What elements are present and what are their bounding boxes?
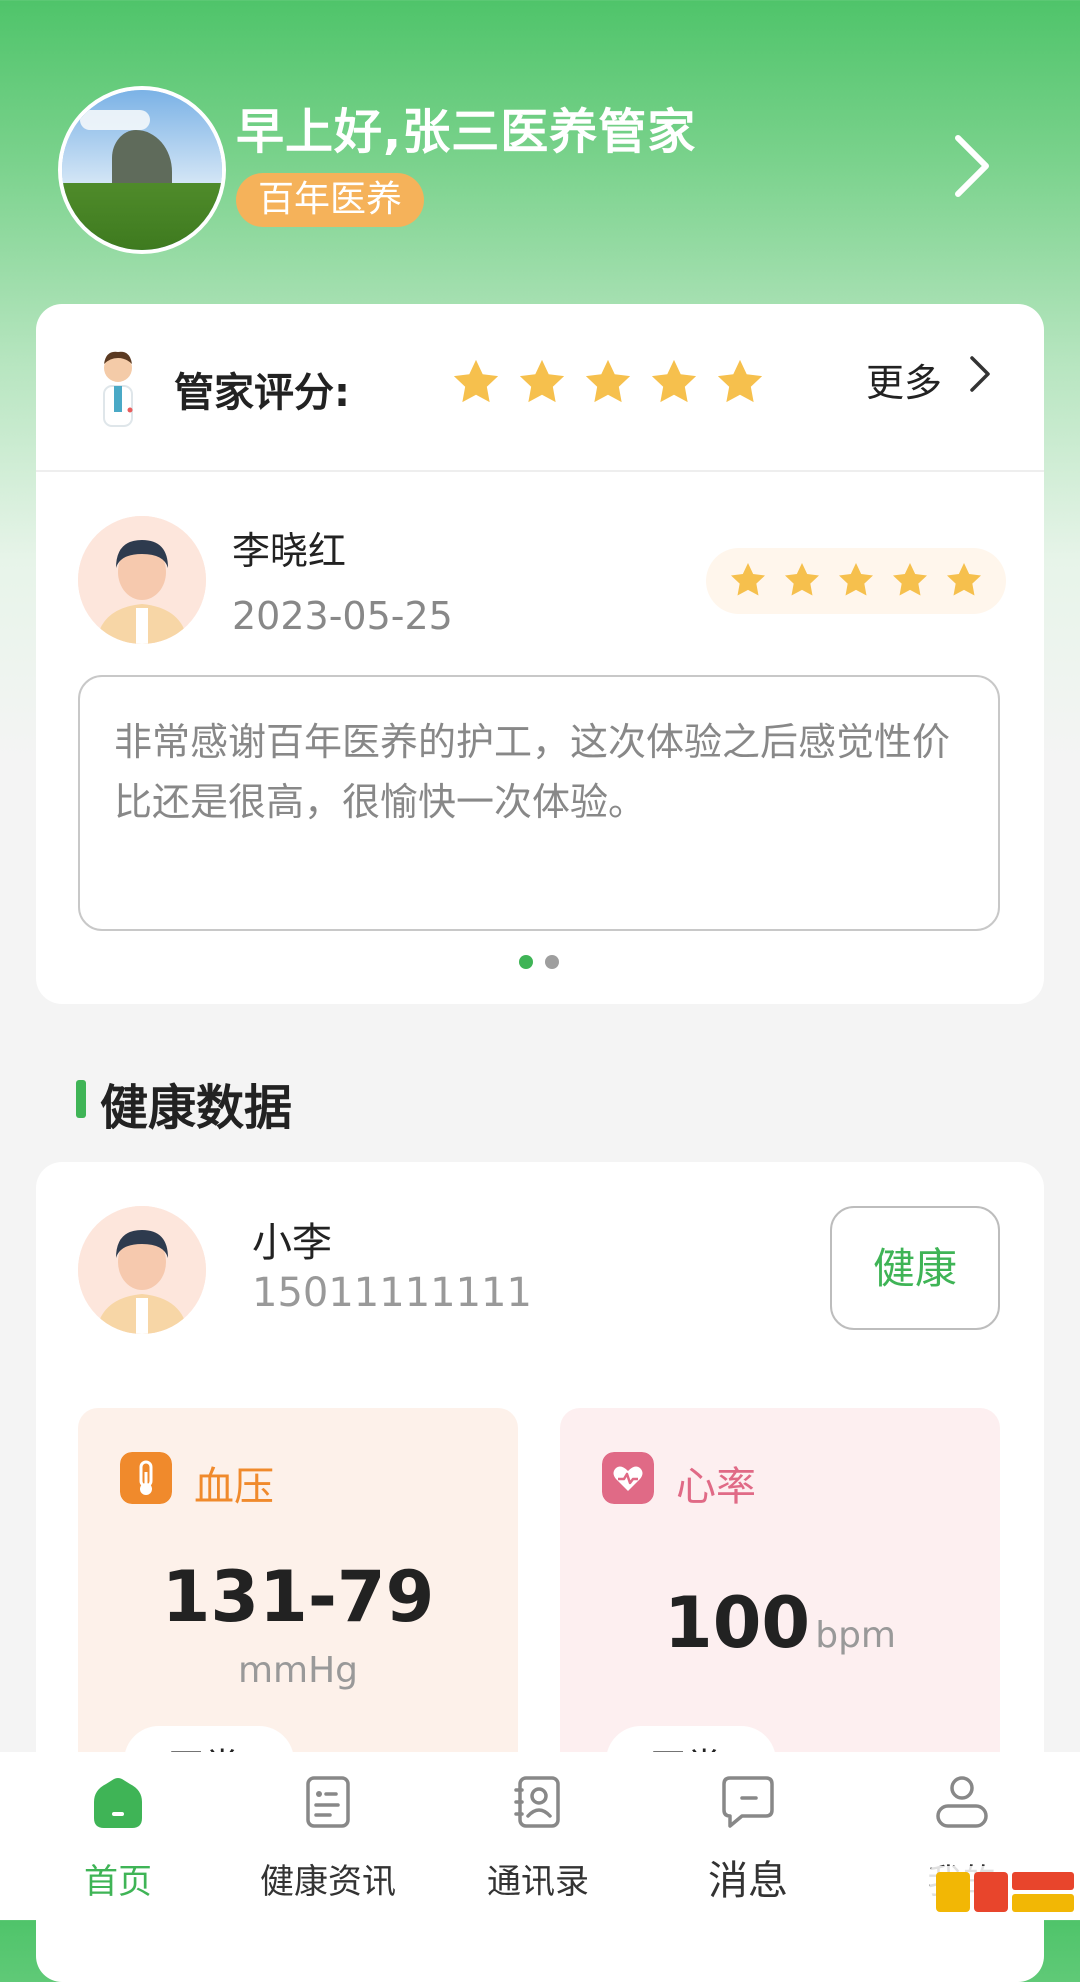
star-icon <box>785 563 819 596</box>
review-comment: 非常感谢百年医养的护工，这次体验之后感觉性价比还是很高，很愉快一次体验。 <box>114 720 951 824</box>
star-icon <box>585 359 631 403</box>
nav-label: 通讯录 <box>487 1862 589 1902</box>
person-icon <box>78 1206 206 1334</box>
star-icon <box>519 359 565 403</box>
profile-icon <box>936 1776 988 1828</box>
metric-unit: bpm <box>815 1615 896 1656</box>
carousel-dot[interactable] <box>545 955 559 969</box>
message-icon <box>722 1776 774 1828</box>
chevron-right-icon[interactable] <box>968 354 992 394</box>
star-icon <box>947 563 981 596</box>
carousel-indicator <box>519 955 559 969</box>
section-title: 健康数据 <box>100 1080 293 1136</box>
member-name: 小李 <box>252 1220 332 1266</box>
home-icon <box>94 1778 142 1828</box>
doctor-icon <box>103 351 133 427</box>
metric-label: 血压 <box>194 1464 274 1510</box>
person-icon <box>78 516 206 644</box>
rating-stars <box>450 356 766 408</box>
nav-contacts[interactable]: 通讯录 <box>438 1752 638 1920</box>
brand-badge: 百年医养 <box>236 173 425 227</box>
member-phone: 15011111111 <box>252 1270 532 1316</box>
nav-messages[interactable]: 消息 <box>648 1752 848 1920</box>
heart-icon <box>602 1452 654 1504</box>
avatar-cloud <box>80 110 150 130</box>
metric-label: 心率 <box>676 1464 756 1510</box>
health-status-button[interactable]: 健康 <box>830 1206 1000 1330</box>
rating-label: 管家评分: <box>174 370 350 416</box>
metric-value: 100 <box>664 1582 811 1664</box>
nav-label: 健康资讯 <box>260 1862 396 1902</box>
star-icon <box>453 359 499 403</box>
star-icon <box>893 563 927 596</box>
carousel-dot-active[interactable] <box>519 955 533 969</box>
contacts-icon <box>514 1776 560 1828</box>
bottom-nav: 首页 健康资讯 通讯录 消息 <box>0 1752 1080 1920</box>
nav-home[interactable]: 首页 <box>18 1752 218 1920</box>
section-accent-bar <box>76 1080 86 1118</box>
star-icon <box>717 359 763 403</box>
nav-health-news[interactable]: 健康资讯 <box>228 1752 428 1920</box>
star-icon <box>651 359 697 403</box>
metric-reading: 100 bpm <box>560 1582 1000 1664</box>
review-stars <box>728 560 984 600</box>
nav-label: 首页 <box>84 1862 152 1902</box>
review-date: 2023-05-25 <box>232 594 453 638</box>
greeting-text: 早上好,张三医养管家 <box>236 104 697 160</box>
reviewer-avatar <box>78 516 206 644</box>
star-icon <box>731 563 765 596</box>
reviewer-name: 李晓红 <box>232 529 347 573</box>
thermometer-icon <box>120 1452 172 1504</box>
user-avatar[interactable] <box>58 86 226 254</box>
chevron-right-icon[interactable] <box>950 132 994 200</box>
member-avatar <box>78 1206 206 1334</box>
metric-value: 131-79 <box>161 1556 435 1638</box>
news-icon <box>306 1776 350 1828</box>
nav-label: 消息 <box>708 1858 788 1904</box>
watermark-logo <box>930 1866 1080 1916</box>
star-icon <box>839 563 873 596</box>
divider <box>36 470 1044 472</box>
avatar-grass <box>62 182 222 250</box>
metric-unit: mmHg <box>237 1650 359 1691</box>
more-link[interactable]: 更多 <box>866 352 942 407</box>
